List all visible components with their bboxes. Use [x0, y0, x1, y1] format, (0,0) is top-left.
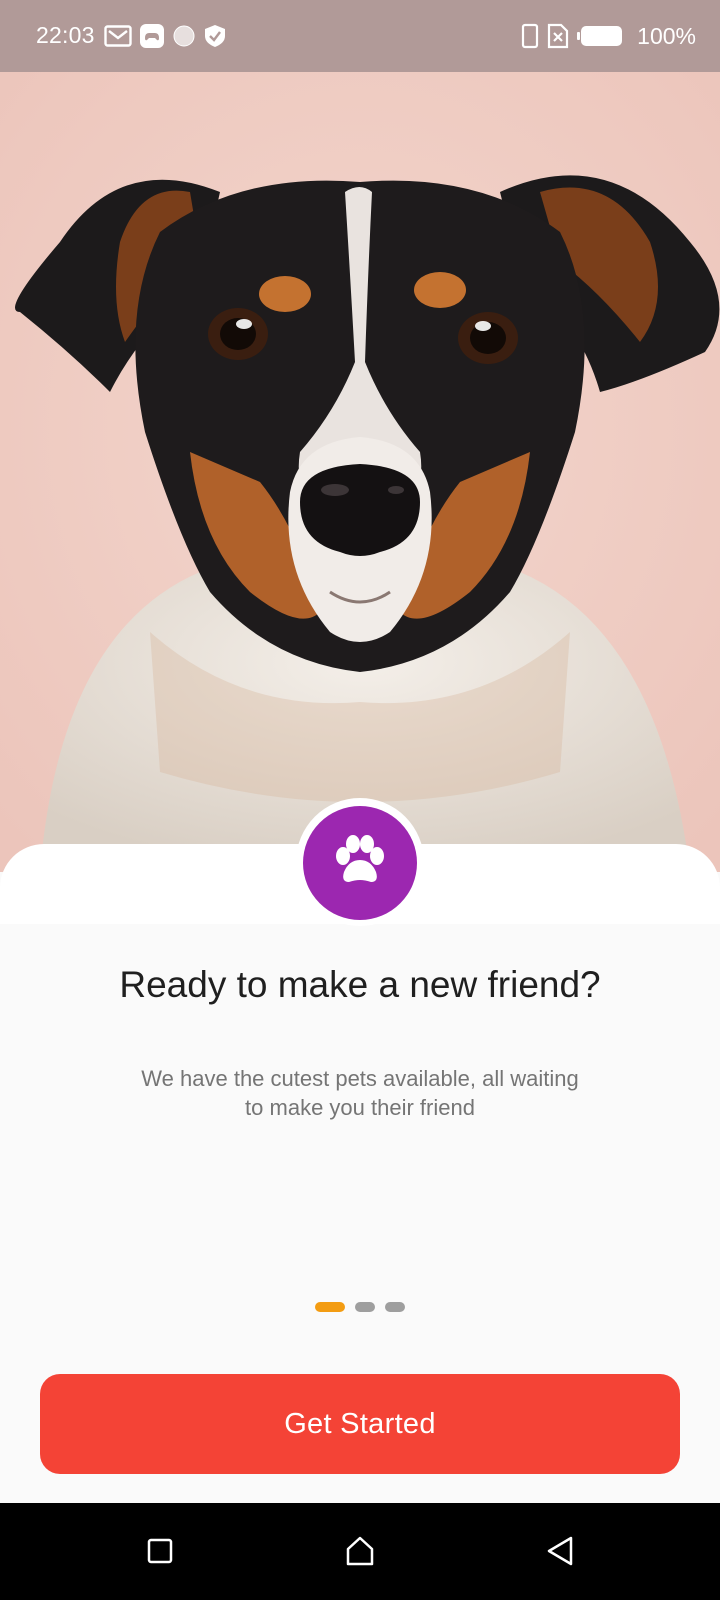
recents-button[interactable]	[138, 1531, 182, 1575]
recents-square-icon	[146, 1537, 174, 1570]
status-right-icons: 100%	[521, 22, 696, 50]
phone-vibrate-icon	[521, 23, 539, 49]
back-button[interactable]	[538, 1531, 582, 1575]
battery-icon	[577, 25, 623, 47]
game-controller-icon	[140, 24, 164, 48]
paw-badge	[303, 806, 417, 920]
status-bar: 22:03 100%	[0, 0, 720, 72]
back-triangle-icon	[545, 1535, 575, 1572]
battery-percent: 100%	[637, 22, 696, 49]
page-dot[interactable]	[385, 1302, 405, 1312]
get-started-button[interactable]: Get Started	[40, 1374, 680, 1474]
paw-icon	[331, 832, 389, 895]
home-button[interactable]	[338, 1531, 382, 1575]
circle-notification-icon	[172, 24, 196, 48]
onboarding-screen: 22:03 100% Ready to make a new friend? W…	[0, 0, 720, 1600]
onboarding-subtext: We have the cutest pets available, all w…	[141, 1066, 579, 1120]
status-time: 22:03	[36, 22, 95, 48]
page-indicator	[0, 1302, 720, 1314]
gmail-icon	[104, 25, 132, 47]
no-sim-icon	[547, 23, 569, 49]
shield-check-icon	[204, 24, 226, 48]
page-dot[interactable]	[355, 1302, 375, 1312]
home-icon	[344, 1535, 376, 1572]
hero-dog-photo	[0, 72, 720, 872]
system-navigation-bar	[0, 1503, 720, 1600]
onboarding-headline: Ready to make a new friend?	[119, 964, 601, 1005]
page-dot-active[interactable]	[315, 1302, 345, 1312]
status-left-icons	[104, 22, 226, 50]
